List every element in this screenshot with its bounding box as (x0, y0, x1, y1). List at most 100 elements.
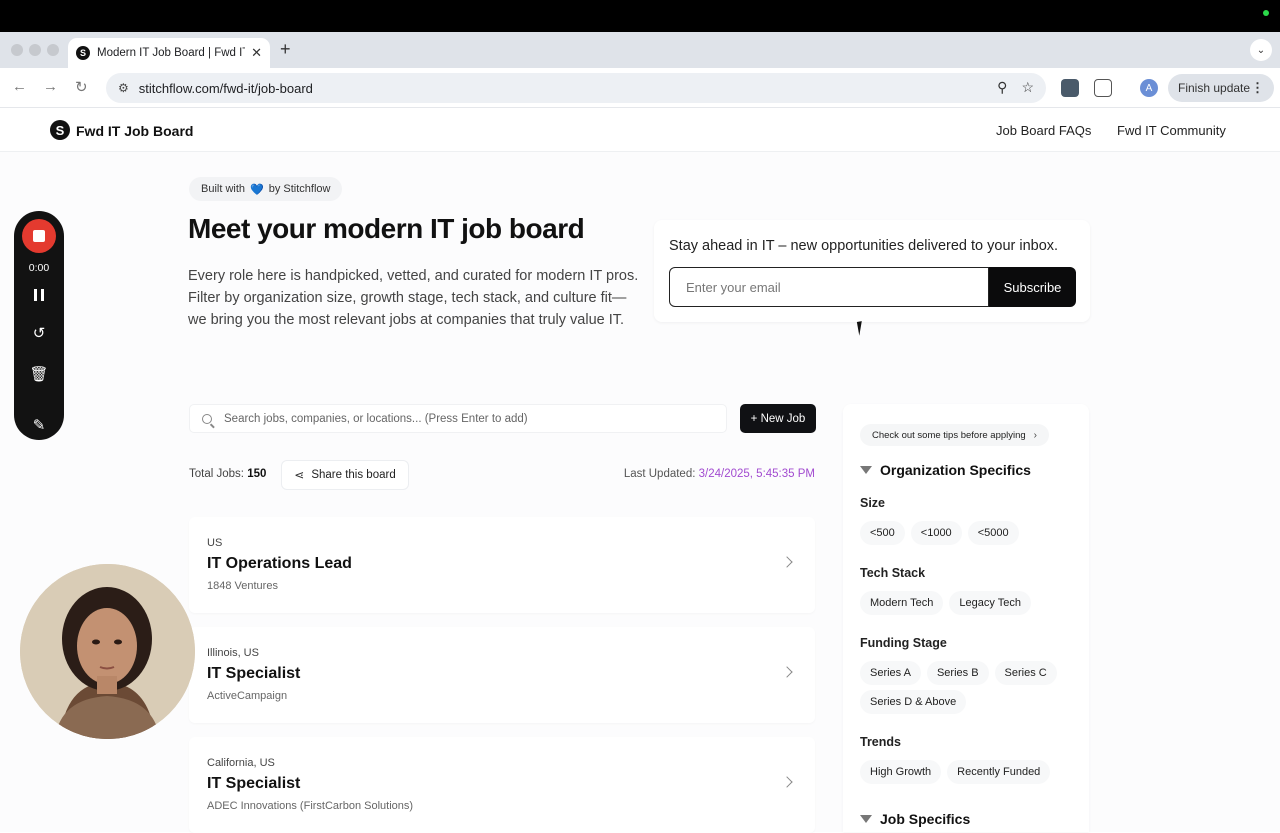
funding-chip[interactable]: Series D & Above (860, 690, 967, 714)
job-title[interactable]: IT Specialist (207, 665, 300, 683)
job-card[interactable]: Illinois, US IT Specialist ActiveCampaig… (189, 627, 815, 723)
size-chip[interactable]: <1000 (910, 521, 962, 545)
job-company: ADEC Innovations (FirstCarbon Solutions) (207, 800, 414, 812)
recording-indicator-dot (1263, 10, 1269, 16)
window-minimize-button[interactable] (29, 44, 41, 56)
tab-search-chevron-down-icon[interactable]: ⌄ (1250, 39, 1272, 61)
stop-icon[interactable] (22, 219, 56, 253)
funding-chip[interactable]: Series A (860, 661, 921, 685)
built-with-badge[interactable]: Built with 💙 by Stitchflow (189, 177, 343, 201)
total-jobs-label: Total Jobs: (189, 468, 244, 480)
more-vertical-icon[interactable]: ⋮ (1251, 80, 1264, 96)
page-title: Meet your modern IT job board (188, 213, 585, 244)
browser-toolbar: ← → ↻ ⚙ stitchflow.com/fwd-it/job-board … (0, 68, 1280, 108)
chevron-right-icon: › (1033, 429, 1038, 441)
job-card[interactable]: California, US IT Specialist ADEC Innova… (189, 737, 815, 833)
total-jobs: Total Jobs: 150 (189, 468, 266, 480)
nav-job-board-faqs[interactable]: Job Board FAQs (996, 123, 1091, 138)
window-zoom-button[interactable] (47, 44, 59, 56)
chevron-right-icon[interactable] (781, 666, 793, 678)
stitchflow-favicon-icon: S (76, 46, 90, 60)
total-jobs-count: 150 (247, 468, 267, 480)
last-updated-timestamp: 3/24/2025, 5:45:35 PM (698, 468, 815, 480)
job-specifics-heading: Job Specifics (860, 811, 970, 827)
job-title[interactable]: IT Specialist (207, 775, 300, 793)
job-card[interactable]: US IT Operations Lead 1848 Ventures (189, 517, 815, 613)
extension-icon[interactable] (1061, 79, 1079, 97)
funding-chip[interactable]: Series C (994, 661, 1057, 685)
filter-funnel-icon (860, 466, 872, 474)
last-updated: Last Updated: 3/24/2025, 5:45:35 PM (624, 468, 815, 480)
job-search-bar[interactable] (189, 404, 727, 433)
job-company: 1848 Ventures (207, 580, 278, 592)
window-close-button[interactable] (11, 44, 23, 56)
extensions-puzzle-icon[interactable] (1094, 79, 1112, 97)
url-text: stitchflow.com/fwd-it/job-board (138, 80, 313, 96)
close-tab-icon[interactable]: ✕ (251, 45, 262, 61)
tech-stack-chip[interactable]: Legacy Tech (949, 591, 1031, 615)
stitchflow-logo-icon[interactable]: S (50, 120, 70, 140)
zoom-search-icon[interactable]: ⚲ (997, 79, 1007, 96)
reload-icon[interactable]: ↻ (75, 78, 88, 96)
job-title[interactable]: IT Operations Lead (207, 555, 352, 573)
bookmark-star-icon[interactable]: ☆ (1021, 79, 1034, 96)
chevron-right-icon[interactable] (781, 776, 793, 788)
trash-icon[interactable]: 🗑 (14, 365, 64, 383)
back-arrow-icon[interactable]: ← (12, 78, 27, 95)
funding-stage-options: Series A Series B Series C Series D & Ab… (860, 661, 1080, 714)
organization-specifics-label: Organization Specifics (880, 462, 1031, 478)
pencil-icon[interactable]: ✎ (14, 416, 64, 434)
email-field[interactable] (669, 267, 989, 307)
trends-options: High Growth Recently Funded (860, 760, 1080, 784)
funding-chip[interactable]: Series B (926, 661, 989, 685)
finish-update-label: Finish update (1178, 81, 1251, 95)
built-with-prefix: Built with (201, 183, 246, 195)
tech-stack-label: Tech Stack (860, 566, 926, 580)
finish-update-button[interactable]: Finish update ⋮ (1168, 74, 1274, 102)
tech-stack-options: Modern Tech Legacy Tech (860, 591, 1080, 615)
new-job-button[interactable]: + New Job (740, 404, 816, 433)
os-menu-bar (0, 0, 1280, 32)
size-label: Size (860, 496, 886, 510)
recording-timer: 0:00 (28, 262, 50, 274)
last-updated-label: Last Updated: (623, 468, 696, 480)
screen-recorder-toolbar: 0:00 ↺ 🗑 ✎ (14, 211, 64, 440)
filters-sidebar: Check out some tips before applying › Or… (843, 404, 1089, 832)
share-board-button[interactable]: ⋖ Share this board (281, 460, 409, 490)
brand-name[interactable]: Fwd IT Job Board (76, 123, 193, 139)
browser-tab-active[interactable]: S Modern IT Job Board | Fwd IT ✕ (68, 38, 270, 68)
share-icon: ⋖ (294, 468, 305, 482)
job-company: ActiveCampaign (207, 690, 288, 702)
tips-label: Check out some tips before applying (872, 429, 1026, 441)
profile-avatar[interactable]: A (1140, 79, 1158, 97)
built-with-suffix: by Stitchflow (268, 183, 331, 195)
trends-chip[interactable]: High Growth (860, 760, 942, 784)
webcam-presenter-image (20, 564, 195, 739)
size-options: <500 <1000 <5000 (860, 521, 1080, 545)
job-location: Illinois, US (207, 647, 259, 659)
subscribe-button[interactable]: Subscribe (989, 267, 1076, 307)
address-bar[interactable]: ⚙ stitchflow.com/fwd-it/job-board ⚲ ☆ (106, 73, 1046, 103)
chevron-right-icon[interactable] (781, 556, 793, 568)
size-chip[interactable]: <5000 (967, 521, 1019, 545)
filter-funnel-icon (860, 815, 872, 823)
tips-link[interactable]: Check out some tips before applying › (860, 424, 1050, 446)
organization-specifics-heading: Organization Specifics (860, 462, 1031, 478)
site-settings-icon[interactable]: ⚙ (118, 81, 129, 95)
job-specifics-label: Job Specifics (880, 811, 971, 827)
share-board-label: Share this board (311, 469, 396, 481)
tech-stack-chip[interactable]: Modern Tech (860, 591, 944, 615)
tab-title: Modern IT Job Board | Fwd IT (97, 47, 246, 59)
pause-icon[interactable] (34, 289, 44, 301)
forward-arrow-icon[interactable]: → (43, 78, 58, 95)
nav-fwd-it-community[interactable]: Fwd IT Community (1117, 123, 1226, 138)
search-icon (202, 413, 212, 424)
new-tab-button[interactable]: + (280, 39, 291, 60)
webcam-bubble[interactable] (20, 564, 195, 739)
search-input[interactable] (224, 412, 704, 425)
size-chip[interactable]: <500 (860, 521, 905, 545)
browser-tab-bar: S Modern IT Job Board | Fwd IT ✕ + ⌄ (0, 32, 1280, 68)
funding-stage-label: Funding Stage (860, 636, 947, 650)
trends-chip[interactable]: Recently Funded (947, 760, 1051, 784)
restart-icon[interactable]: ↺ (14, 324, 64, 342)
